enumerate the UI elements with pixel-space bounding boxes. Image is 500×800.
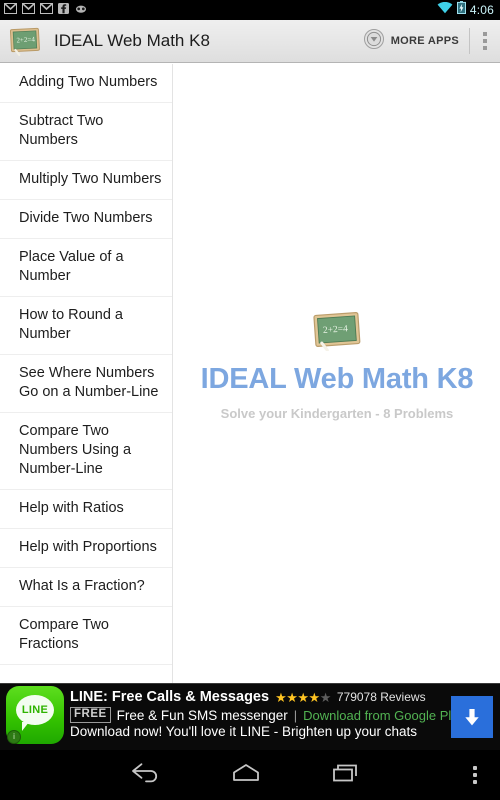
sidebar-item-compare-two-fractions[interactable]: Compare Two Fractions <box>0 607 172 665</box>
gmail-icon <box>3 1 18 19</box>
ad-banner[interactable]: LINE i LINE: Free Calls & Messages ★★★★★… <box>0 683 500 750</box>
page-title: IDEAL Web Math K8 <box>54 31 210 50</box>
sidebar-item-adding-two-numbers[interactable]: Adding Two Numbers <box>0 64 172 103</box>
app-hero: 2+2=4 IDEAL Web Math K8 Solve your Kinde… <box>201 311 474 421</box>
chalkboard-logo: 2+2=4 <box>311 311 363 352</box>
ad-cta-area <box>444 684 500 750</box>
line-wordmark: LINE <box>21 704 49 716</box>
sidebar-item-numbers-on-number-line[interactable]: See Where Numbers Go on a Number-Line <box>0 355 172 413</box>
system-navigation-bar <box>0 750 500 800</box>
status-notification-icons <box>3 1 437 19</box>
sidebar-item-subtract-two-numbers[interactable]: Subtract Two Numbers <box>0 103 172 161</box>
sidebar-item-what-is-a-fraction[interactable]: What Is a Fraction? <box>0 568 172 607</box>
action-bar: 2+2=4 IDEAL Web Math K8 MORE APPS <box>0 20 500 63</box>
nav-overflow-menu-icon[interactable] <box>458 750 492 800</box>
recent-apps-button[interactable] <box>296 762 396 789</box>
nav-overflow-dot <box>473 780 477 784</box>
sidebar-item-place-value[interactable]: Place Value of a Number <box>0 239 172 297</box>
download-arrow-icon[interactable] <box>451 696 493 738</box>
facebook-icon <box>58 1 69 19</box>
overflow-dot <box>483 46 487 50</box>
ad-headline-row: LINE: Free Calls & Messages ★★★★★ 779078… <box>70 689 440 705</box>
home-button[interactable] <box>196 762 296 789</box>
sidebar-item-help-with-proportions[interactable]: Help with Proportions <box>0 529 172 568</box>
price-badge: FREE <box>70 707 111 723</box>
overflow-dot <box>483 32 487 36</box>
ad-detail-row: FREE Free & Fun SMS messenger | Download… <box>70 707 465 723</box>
overflow-menu-icon[interactable] <box>470 20 500 62</box>
line-bubble: LINE <box>16 695 54 725</box>
topic-sidebar[interactable]: Adding Two Numbers Subtract Two Numbers … <box>0 64 173 683</box>
svg-text:2+2=4: 2+2=4 <box>323 324 349 336</box>
circle-chevron-down-icon <box>363 28 385 55</box>
status-system-icons: 4:06 <box>437 1 494 19</box>
wifi-icon <box>437 1 453 19</box>
topic-list: Adding Two Numbers Subtract Two Numbers … <box>0 64 172 665</box>
hero-subtitle: Solve your Kindergarten - 8 Problems <box>220 406 454 421</box>
ad-separator: | <box>293 707 298 723</box>
adchoices-icon[interactable]: i <box>7 730 21 744</box>
sidebar-item-compare-numbers-number-line[interactable]: Compare Two Numbers Using a Number-Line <box>0 413 172 490</box>
overflow-dot <box>483 39 487 43</box>
line-app-icon[interactable]: LINE i <box>0 684 64 749</box>
sidebar-item-multiply-two-numbers[interactable]: Multiply Two Numbers <box>0 161 172 200</box>
nav-overflow-dot <box>473 766 477 770</box>
ad-text-block: LINE: Free Calls & Messages ★★★★★ 779078… <box>60 684 465 750</box>
ad-store-link[interactable]: Download from Google Play <box>303 708 465 723</box>
ad-tagline: Download now! You'll love it LINE - Brig… <box>70 724 418 739</box>
home-icon <box>229 762 263 789</box>
chalkboard-app-icon[interactable]: 2+2=4 <box>8 26 42 56</box>
android-screen: 4:06 2+2=4 IDEAL Web Math K8 MORE APPS A… <box>0 0 500 800</box>
status-bar[interactable]: 4:06 <box>0 0 500 20</box>
main-pane: 2+2=4 IDEAL Web Math K8 Solve your Kinde… <box>174 64 500 683</box>
sidebar-item-divide-two-numbers[interactable]: Divide Two Numbers <box>0 200 172 239</box>
sidebar-item-help-with-ratios[interactable]: Help with Ratios <box>0 490 172 529</box>
ad-headline: LINE: Free Calls & Messages <box>70 689 270 705</box>
gmail-icon <box>21 1 36 19</box>
cyanogenmod-icon <box>74 1 88 19</box>
ad-description: Free & Fun SMS messenger <box>116 707 288 723</box>
more-apps-label: MORE APPS <box>390 35 459 47</box>
status-clock: 4:06 <box>469 3 494 17</box>
rating-stars: ★★★★★ <box>275 689 331 705</box>
sidebar-item-how-to-round[interactable]: How to Round a Number <box>0 297 172 355</box>
svg-text:2+2=4: 2+2=4 <box>16 35 35 44</box>
nav-overflow-dot <box>473 773 477 777</box>
recent-apps-icon <box>329 762 363 789</box>
ad-review-count: 779078 Reviews <box>336 690 426 704</box>
hero-title: IDEAL Web Math K8 <box>200 363 474 395</box>
content-area: Adding Two Numbers Subtract Two Numbers … <box>0 64 500 683</box>
battery-charging-icon <box>456 1 466 19</box>
back-icon <box>129 762 163 789</box>
more-apps-button[interactable]: MORE APPS <box>357 20 469 62</box>
gmail-icon <box>39 1 54 19</box>
back-button[interactable] <box>96 762 196 789</box>
